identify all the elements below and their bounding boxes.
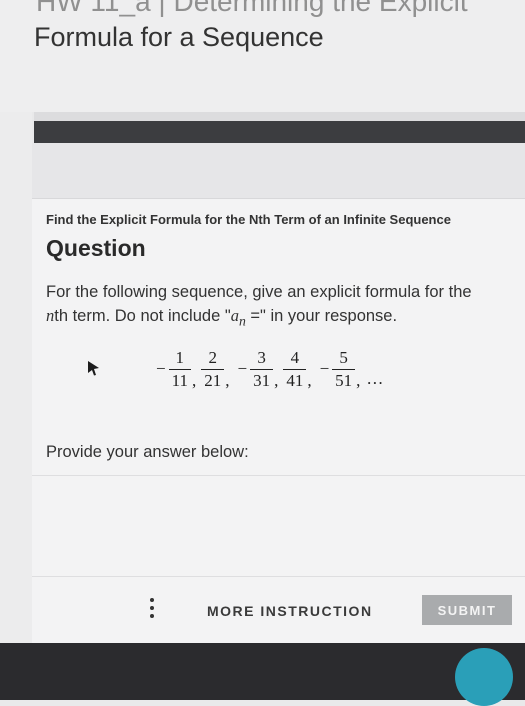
submit-button[interactable]: SUBMIT bbox=[422, 595, 512, 625]
sequence-term: 3 31 bbox=[250, 347, 274, 391]
prompt-a: a bbox=[230, 306, 239, 325]
more-instruction-button[interactable]: MORE INSTRUCTION bbox=[207, 603, 373, 619]
term-numerator: 5 bbox=[339, 347, 348, 367]
answer-label: Provide your answer below: bbox=[46, 443, 249, 461]
sequence-sign: − bbox=[237, 359, 248, 378]
answer-input[interactable] bbox=[32, 475, 525, 577]
term-numerator: 1 bbox=[175, 347, 185, 367]
sequence-term: 5 51 bbox=[332, 347, 356, 391]
sequence-sign: − bbox=[156, 359, 166, 378]
term-numerator: 4 bbox=[290, 347, 300, 367]
sequence-term: 1 11 bbox=[168, 347, 191, 391]
sequence-term: 4 41 bbox=[283, 347, 307, 391]
question-prompt: For the following sequence, give an expl… bbox=[46, 281, 516, 332]
bottom-bar bbox=[0, 643, 525, 700]
card-header-band bbox=[32, 143, 525, 199]
prompt-line2-end: =" in your response. bbox=[245, 307, 398, 325]
term-numerator: 3 bbox=[257, 347, 266, 367]
term-denominator: 11 bbox=[171, 370, 188, 390]
term-denominator: 31 bbox=[253, 370, 271, 390]
prompt-sub: n bbox=[238, 313, 246, 329]
term-denominator: 21 bbox=[204, 370, 222, 390]
prompt-n: n bbox=[46, 306, 55, 325]
sequence-comma: , bbox=[191, 371, 197, 390]
sequence-comma: , bbox=[356, 371, 361, 390]
term-denominator: 51 bbox=[335, 370, 353, 390]
question-heading: Question bbox=[46, 235, 146, 261]
sequence-term: 2 21 bbox=[201, 347, 225, 391]
term-denominator: 41 bbox=[286, 370, 304, 390]
sequence-comma: , bbox=[274, 371, 279, 390]
question-card: Find the Explicit Formula for the Nth Te… bbox=[32, 143, 525, 643]
sequence-sign: − bbox=[319, 359, 330, 378]
left-margin bbox=[0, 112, 32, 643]
vertical-ellipsis-icon[interactable] bbox=[149, 597, 155, 619]
dark-top-bar bbox=[34, 121, 525, 143]
term-numerator: 2 bbox=[208, 347, 217, 367]
sequence-comma: , bbox=[225, 371, 230, 390]
cursor-arrow-icon bbox=[88, 361, 99, 376]
sequence-comma: , bbox=[307, 371, 312, 390]
top-strip bbox=[34, 112, 525, 121]
question-type-label: Find the Explicit Formula for the Nth Te… bbox=[46, 212, 451, 227]
sequence-expression: −1 11, 2 21, −3 31, 4 41, −5 51,… bbox=[152, 341, 385, 397]
page-title: Formula for a Sequence bbox=[34, 22, 324, 52]
prompt-line1: For the following sequence, give an expl… bbox=[46, 283, 472, 301]
partial-title: HW 11_a | Determining the Explicit bbox=[36, 0, 468, 17]
sequence-ellipsis: … bbox=[366, 369, 386, 388]
prompt-line2: th term. Do not include " bbox=[54, 307, 231, 325]
page-header: HW 11_a | Determining the Explicit Formu… bbox=[0, 0, 525, 112]
floating-action-button[interactable] bbox=[455, 648, 513, 706]
